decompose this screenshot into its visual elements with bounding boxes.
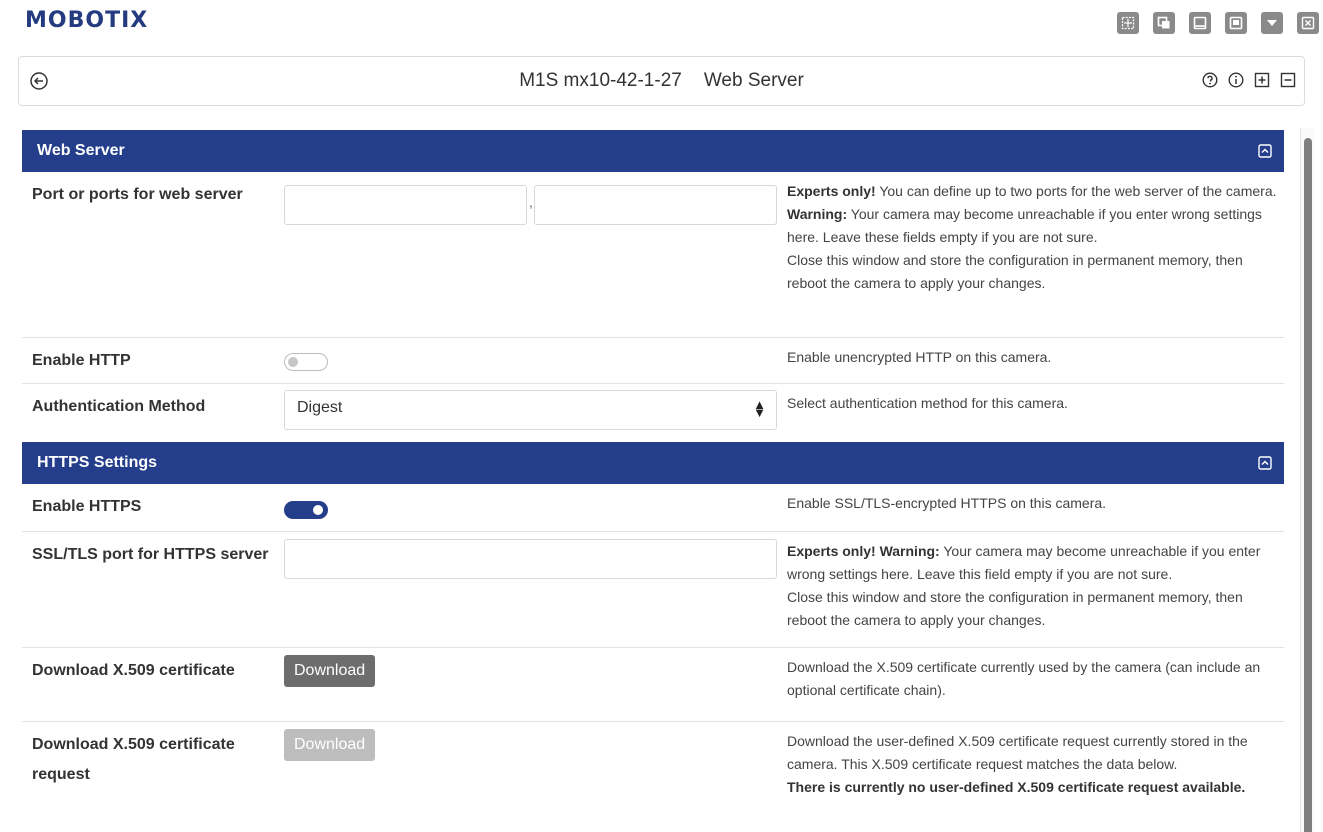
select-value: Digest: [297, 399, 343, 416]
expand-all-icon[interactable]: [1254, 72, 1270, 88]
section-header-https[interactable]: HTTPS Settings: [22, 442, 1284, 484]
section-header-web-server[interactable]: Web Server: [22, 130, 1284, 172]
toggle-knob: [313, 505, 323, 515]
https-toggle[interactable]: [284, 501, 328, 519]
row-help: Download the user-defined X.509 certific…: [777, 722, 1284, 832]
row-help: Enable SSL/TLS-encrypted HTTPS on this c…: [787, 495, 1107, 511]
scrollbar-thumb[interactable]: [1304, 138, 1312, 832]
dropdown-icon[interactable]: [1261, 12, 1283, 34]
section-title: Web Server: [37, 142, 125, 159]
ssl-port-control: [284, 532, 777, 647]
experts-only-label: Experts only!: [787, 183, 876, 199]
help-icon[interactable]: [1202, 72, 1218, 88]
row-ssl-port: SSL/TLS port for HTTPS server Experts on…: [22, 532, 1284, 648]
row-label: SSL/TLS port for HTTPS server: [32, 546, 269, 563]
toggle-knob: [288, 357, 298, 367]
row-label: Download X.509 certificate request: [32, 736, 235, 783]
row-label: Download X.509 certificate: [32, 662, 235, 679]
close-icon[interactable]: [1297, 12, 1319, 34]
grid-view-icon[interactable]: [1117, 12, 1139, 34]
ssl-port-input[interactable]: [284, 539, 777, 579]
page-title: M1S mx10-42-1-27 Web Server: [19, 70, 1304, 92]
ports-control: ,: [284, 172, 777, 337]
row-label: Authentication Method: [32, 398, 206, 415]
cert-control: Download: [284, 648, 777, 721]
page-name: Web Server: [703, 70, 804, 91]
row-label: Enable HTTP: [32, 352, 131, 369]
row-help: Experts only! You can define up to two p…: [777, 172, 1284, 337]
row-download-cert: Download X.509 certificate Download Down…: [22, 648, 1284, 722]
title-bar: M1S mx10-42-1-27 Web Server: [18, 56, 1305, 106]
row-enable-https: Enable HTTPS Enable SSL/TLS-encrypted HT…: [22, 484, 1284, 532]
row-label: Enable HTTPS: [32, 498, 142, 515]
help-text: Download the user-defined X.509 certific…: [787, 733, 1248, 772]
help-text: You can define up to two ports for the w…: [875, 183, 1277, 199]
save-icon[interactable]: [1225, 12, 1247, 34]
download-certificate-button[interactable]: Download: [284, 655, 376, 687]
vertical-scrollbar[interactable]: [1300, 128, 1314, 832]
collapse-section-icon[interactable]: [1258, 456, 1272, 470]
row-help: Enable unencrypted HTTP on this camera.: [787, 349, 1052, 365]
collapse-section-icon[interactable]: [1258, 144, 1272, 158]
window-toolbar: [1117, 12, 1323, 34]
top-bar: MOBOTIX: [0, 0, 1323, 48]
experts-warning-label: Experts only! Warning:: [787, 543, 940, 559]
title-tools: [1202, 72, 1296, 88]
info-icon[interactable]: [1228, 72, 1244, 88]
row-auth-method: Authentication Method Digest ▲ ▼ Select a…: [22, 384, 1284, 442]
row-help: Experts only! Warning: Your camera may b…: [777, 532, 1284, 647]
window-icon[interactable]: [1189, 12, 1211, 34]
row-enable-http: Enable HTTP Enable unencrypted HTTP on t…: [22, 338, 1284, 384]
settings-content: Web Server Port or ports for web server …: [22, 130, 1284, 832]
camera-name: M1S mx10-42-1-27: [519, 70, 682, 91]
mobotix-logo: MOBOTIX: [25, 8, 149, 33]
port-separator: ,: [529, 194, 533, 210]
section-title: HTTPS Settings: [37, 454, 158, 471]
http-toggle[interactable]: [284, 353, 328, 371]
auth-method-select[interactable]: Digest ▲ ▼: [284, 390, 777, 430]
row-help: Select authentication method for this ca…: [787, 395, 1068, 411]
download-certificate-request-button[interactable]: Download: [284, 729, 376, 761]
cert-request-control: Download: [284, 722, 777, 832]
https-control: [284, 484, 777, 531]
row-help: Download the X.509 certificate currently…: [787, 659, 1261, 698]
row-web-ports: Port or ports for web server , Experts o…: [22, 172, 1284, 338]
copy-window-icon[interactable]: [1153, 12, 1175, 34]
collapse-all-icon[interactable]: [1280, 72, 1296, 88]
http-control: [284, 338, 777, 383]
select-arrows-icon: ▲ ▼: [753, 397, 766, 420]
help-text: Your camera may become unreachable if yo…: [787, 206, 1262, 245]
port-1-input[interactable]: [284, 185, 527, 225]
help-text: Close this window and store the configur…: [787, 589, 1243, 628]
row-label: Port or ports for web server: [32, 186, 243, 203]
auth-control: Digest ▲ ▼: [284, 384, 777, 442]
port-2-input[interactable]: [534, 185, 777, 225]
no-request-notice: There is currently no user-defined X.509…: [787, 779, 1246, 795]
warning-label: Warning:: [787, 206, 848, 222]
row-download-cert-request: Download X.509 certificate request Downl…: [22, 722, 1284, 832]
help-text: Close this window and store the configur…: [787, 252, 1243, 291]
